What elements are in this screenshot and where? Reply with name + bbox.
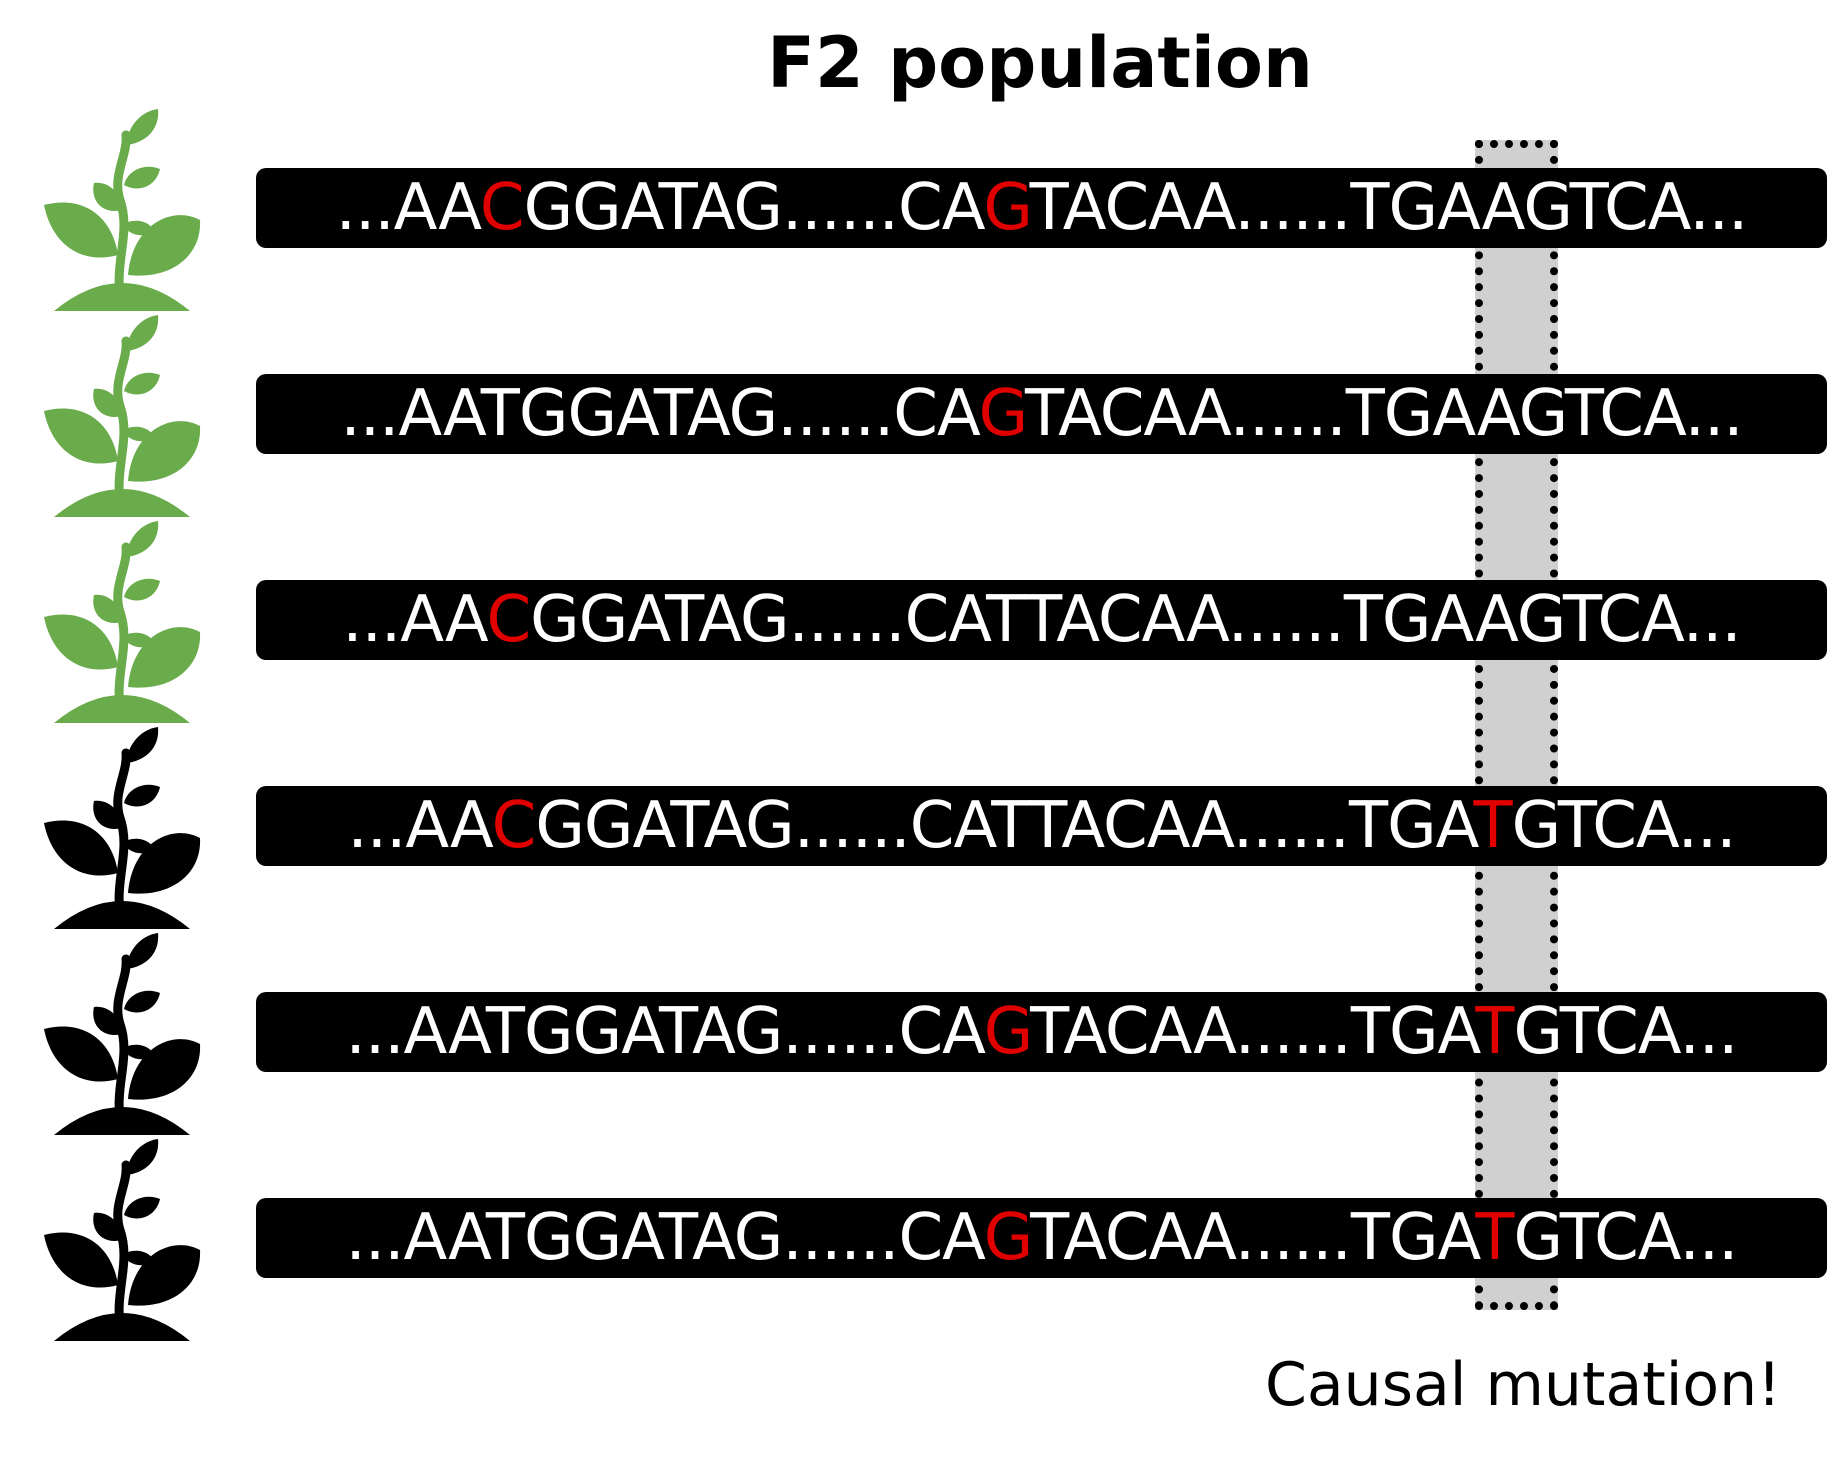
sequence-segment: TACAA......TGA: [1030, 1201, 1476, 1275]
sequence-segment: TACAA......TGA: [1030, 995, 1476, 1069]
sequence-segment: ...AATGGATAG......CA: [345, 1201, 985, 1275]
sequence-bar: ...AATGGATAG......CAGTACAA......TGAAGTCA…: [256, 374, 1827, 454]
sequence-segment: GTCA...: [1511, 789, 1737, 863]
sequence-bar: ...AACGGATAG......CAGTACAA......TGAAGTCA…: [256, 168, 1827, 248]
snp-base: T: [1475, 995, 1514, 1069]
diagram-title: F2 population: [767, 22, 1313, 104]
sequence-segment: ...AA: [347, 789, 492, 863]
sequence-segment: ...AATGGATAG......CA: [345, 995, 985, 1069]
causal-mutation-highlight: [1475, 140, 1558, 1310]
sequence-segment: ...AA: [342, 583, 487, 657]
sequence-segment: TACAA......TGAAGTCA...: [1029, 171, 1749, 245]
snp-base: G: [978, 377, 1026, 451]
sequence-text: ...AATGGATAG......CAGTACAA......TGATGTCA…: [345, 1201, 1739, 1275]
sequence-segment: GGATAG......CA: [523, 171, 985, 245]
sequence-bar: ...AACGGATAG......CATTACAA......TGAAGTCA…: [256, 580, 1827, 660]
mutant-plant-icon: [42, 723, 202, 933]
sequence-bar: ...AACGGATAG......CATTACAA......TGATGTCA…: [256, 786, 1827, 866]
snp-base: T: [1475, 1201, 1514, 1275]
sequence-bar: ...AATGGATAG......CAGTACAA......TGATGTCA…: [256, 1198, 1827, 1278]
sequence-segment: GGATAG......CATTACAA......TGA: [535, 789, 1474, 863]
mutant-plant-icon: [42, 929, 202, 1139]
snp-base: C: [479, 171, 525, 245]
sequence-text: ...AACGGATAG......CATTACAA......TGAAGTCA…: [342, 583, 1742, 657]
snp-base: T: [1473, 789, 1512, 863]
wildtype-plant-icon: [42, 311, 202, 521]
sequence-segment: GTCA...: [1513, 1201, 1738, 1275]
mutant-plant-icon: [42, 1135, 202, 1345]
sequence-text: ...AACGGATAG......CATTACAA......TGATGTCA…: [347, 789, 1737, 863]
sequence-text: ...AATGGATAG......CAGTACAA......TGATGTCA…: [345, 995, 1739, 1069]
snp-base: C: [491, 789, 537, 863]
sequence-segment: GTCA...: [1513, 995, 1738, 1069]
snp-base: C: [486, 583, 531, 657]
causal-mutation-label: Causal mutation!: [1265, 1350, 1782, 1420]
snp-base: G: [983, 1201, 1031, 1275]
snp-base: G: [983, 171, 1030, 245]
sequence-segment: GGATAG......CATTACAA......TGAAGTCA...: [530, 583, 1742, 657]
sequence-segment: TACAA......TGAAGTCA...: [1024, 377, 1744, 451]
wildtype-plant-icon: [42, 105, 202, 315]
snp-base: G: [983, 995, 1031, 1069]
wildtype-plant-icon: [42, 517, 202, 727]
sequence-segment: ...AA: [335, 171, 481, 245]
sequence-bar: ...AATGGATAG......CAGTACAA......TGATGTCA…: [256, 992, 1827, 1072]
sequence-text: ...AATGGATAG......CAGTACAA......TGAAGTCA…: [340, 377, 1744, 451]
sequence-segment: ...AATGGATAG......CA: [340, 377, 979, 451]
sequence-text: ...AACGGATAG......CAGTACAA......TGAAGTCA…: [335, 171, 1749, 245]
